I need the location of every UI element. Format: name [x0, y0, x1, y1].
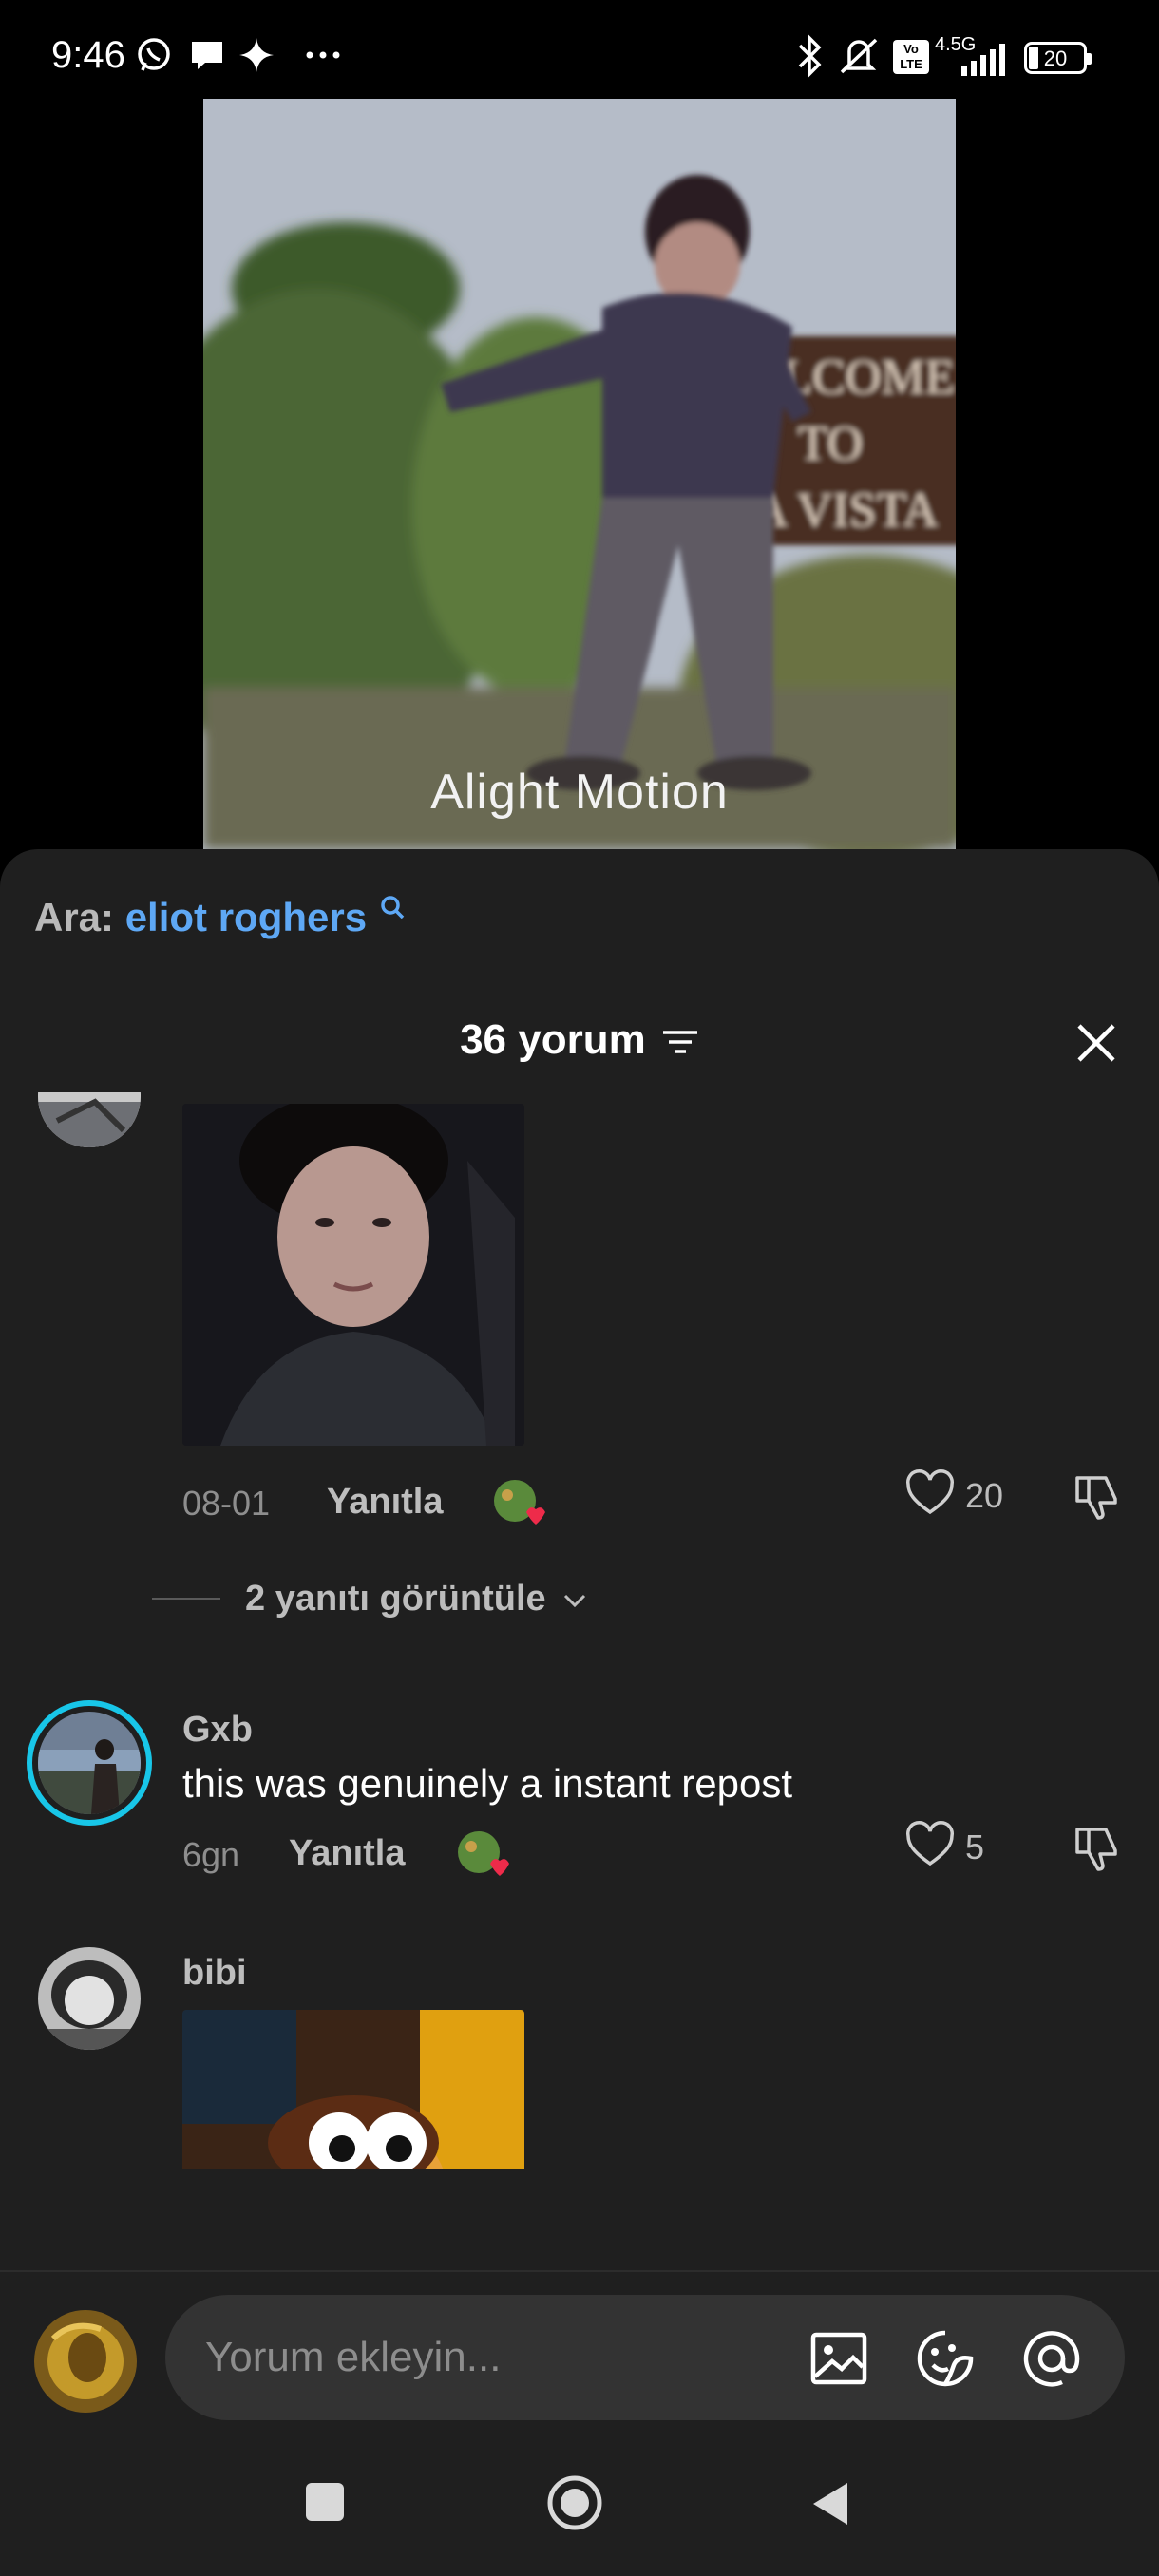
- recents-button[interactable]: [302, 2479, 348, 2525]
- like-count: 5: [965, 1828, 985, 1866]
- search-suggestion[interactable]: Ara: eliot roghers: [34, 895, 405, 940]
- like-icon[interactable]: [904, 1468, 956, 1520]
- home-button[interactable]: [545, 2473, 604, 2532]
- comment-username[interactable]: bibi: [182, 1953, 247, 1994]
- sticker-icon[interactable]: [914, 2327, 977, 2390]
- svg-text:TO: TO: [798, 417, 863, 471]
- comment-count-label: 36 yorum: [460, 1016, 646, 1063]
- close-button[interactable]: [1068, 1014, 1125, 1071]
- whatsapp-icon: [138, 38, 170, 71]
- avatar[interactable]: [38, 1092, 141, 1147]
- comment-photo[interactable]: [182, 1104, 524, 1446]
- comment-photo[interactable]: [182, 2010, 524, 2169]
- avatar: [38, 1712, 141, 1814]
- comment-text: this was genuinely a instant repost: [182, 1761, 793, 1806]
- chevron-down-icon: [564, 1594, 586, 1608]
- sort-icon[interactable]: [661, 1027, 699, 1057]
- comment-username[interactable]: Gxb: [182, 1710, 253, 1751]
- avatar-story-ring[interactable]: [27, 1700, 152, 1826]
- view-replies-button[interactable]: 2 yanıtı görüntüle: [245, 1579, 588, 1619]
- replies-divider: [152, 1598, 220, 1600]
- comment-input[interactable]: [205, 2295, 775, 2420]
- more-notifications-icon: [306, 51, 340, 59]
- reply-button[interactable]: Yanıtla: [327, 1482, 444, 1523]
- comment-time: 6gn: [182, 1835, 240, 1874]
- image-icon[interactable]: [808, 2327, 870, 2390]
- avatar[interactable]: [38, 1947, 141, 2050]
- view-replies-label: 2 yanıtı görüntüle: [245, 1579, 546, 1619]
- reply-button[interactable]: Yanıtla: [289, 1833, 406, 1874]
- search-term-link[interactable]: eliot roghers: [125, 895, 367, 939]
- video-watermark: Alight Motion: [430, 765, 729, 820]
- sparkle-icon: [239, 38, 274, 72]
- volte-badge: Vo LTE: [893, 40, 929, 74]
- dislike-icon[interactable]: [1072, 1470, 1123, 1522]
- dislike-icon[interactable]: [1072, 1822, 1123, 1873]
- comment-input-bar: [0, 2270, 1159, 2441]
- battery-icon: 20: [1024, 42, 1092, 74]
- signal-icon: [961, 44, 1005, 76]
- like-count: 20: [965, 1476, 1004, 1515]
- comment-time: 08-01: [182, 1484, 271, 1523]
- creator-liked-icon: [494, 1480, 545, 1525]
- mention-icon[interactable]: [1020, 2327, 1083, 2390]
- system-nav-bar: [0, 2441, 1159, 2576]
- video-player[interactable]: WELCOME TO LA VISTA Alight Motion: [203, 99, 956, 849]
- search-icon: [381, 896, 405, 919]
- comment-input-container[interactable]: [165, 2295, 1125, 2420]
- search-prefix: Ara:: [34, 895, 115, 939]
- comments-header: 36 yorum: [0, 1001, 1159, 1092]
- like-icon[interactable]: [904, 1820, 956, 1871]
- video-frame: WELCOME TO LA VISTA: [203, 99, 956, 849]
- back-button[interactable]: [808, 2479, 853, 2529]
- mute-vibrate-icon: [840, 38, 878, 74]
- creator-liked-icon: [458, 1831, 509, 1876]
- comment-count-title[interactable]: 36 yorum: [0, 1016, 1159, 1064]
- current-user-avatar[interactable]: [34, 2310, 137, 2413]
- bluetooth-icon: [798, 34, 822, 78]
- comment-list[interactable]: 08-01 Yanıtla 20 2 yanıtı görüntüle Gxb …: [0, 1092, 1159, 2169]
- status-time: 9:46: [51, 34, 125, 76]
- battery-level: 20: [1043, 47, 1068, 70]
- status-bar: 9:46 Vo LTE 4.5G 20: [0, 0, 1159, 99]
- message-icon: [192, 42, 222, 69]
